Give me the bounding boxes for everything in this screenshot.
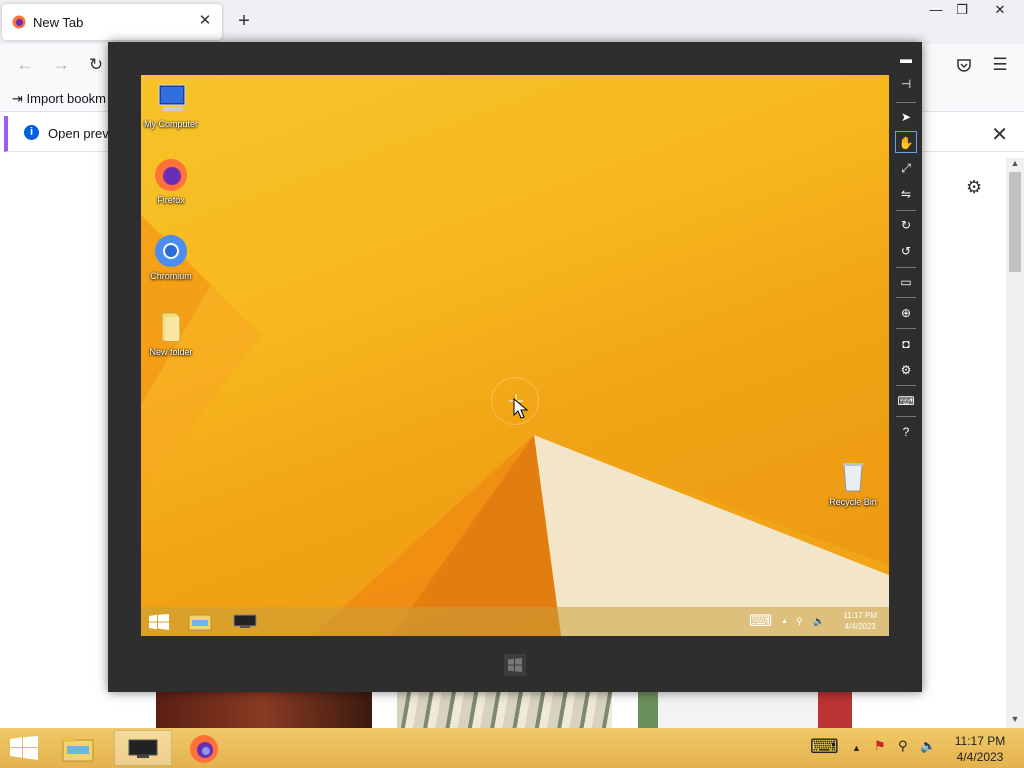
host-clock[interactable]: 11:17 PM 4/4/2023 — [950, 733, 1010, 765]
remote-monitor-icon[interactable] — [233, 614, 257, 629]
restore-window-button[interactable]: ❐ — [946, 0, 978, 22]
tab-new-tab[interactable]: New Tab ✕ — [2, 4, 222, 40]
rotate-left-icon[interactable]: ↺ — [895, 240, 917, 262]
network-icon[interactable]: ⚲ — [898, 738, 908, 754]
firefox-taskbar-button[interactable] — [178, 730, 232, 766]
toolbar-divider — [896, 297, 916, 298]
minimize-viewer-icon[interactable]: ▬ — [895, 48, 917, 70]
remote-taskbar: ⌨ ▲ ⚲ 🔈 11:17 PM 4/4/2023 — [141, 607, 889, 636]
viewer-toolbar: ▬ ⊣ ➤ ✋ ⤢ ⇋ ↻ ↺ ▭ ⊕ ◘ ⚙ ⌨ ? — [892, 42, 920, 482]
tab-title: New Tab — [33, 15, 84, 30]
rotate-right-icon[interactable]: ↻ — [895, 214, 917, 236]
remote-clock-date: 4/4/2023 — [844, 622, 876, 631]
top-site-thumbnail[interactable] — [156, 692, 372, 728]
newtab-settings-icon[interactable]: ⚙ — [966, 177, 982, 198]
pointer-tool-icon[interactable]: ➤ — [895, 106, 917, 128]
help-icon[interactable]: ? — [895, 421, 917, 443]
remote-viewer-window: My Computer Firefox Chromium New folder … — [108, 42, 922, 692]
remote-start-button[interactable] — [149, 614, 169, 630]
remote-clock[interactable]: 11:17 PM 4/4/2023 — [843, 610, 877, 632]
monitor-icon[interactable]: ▭ — [895, 271, 917, 293]
remote-file-explorer-icon[interactable] — [188, 612, 212, 631]
scrollbar-thumb[interactable] — [1009, 172, 1021, 272]
import-bookmarks-label: Import bookm — [26, 91, 107, 106]
tab-close-icon[interactable]: ✕ — [196, 12, 214, 30]
pin-icon[interactable]: ⊣ — [895, 73, 917, 95]
folder-icon — [161, 312, 181, 342]
remote-clock-time: 11:17 PM — [843, 611, 877, 620]
remote-volume-icon[interactable]: 🔈 — [813, 616, 824, 627]
windows-key-button[interactable] — [504, 654, 526, 676]
desktop-icon-recycle-bin[interactable]: Recycle Bin — [823, 459, 883, 507]
desktop-icon-firefox[interactable]: Firefox — [141, 157, 201, 205]
toolbar-divider — [896, 328, 916, 329]
windows-logo-icon — [508, 658, 522, 672]
camera-icon[interactable]: ◘ — [895, 333, 917, 355]
remote-network-icon[interactable]: ⚲ — [796, 616, 803, 627]
folder-icon — [62, 737, 94, 762]
top-site-thumbnail[interactable] — [638, 692, 852, 728]
toolbar-divider — [896, 416, 916, 417]
reload-button[interactable]: ↻ — [85, 55, 107, 77]
mouse-pointer-icon — [509, 394, 529, 419]
tab-bar: New Tab ✕ + — ❐ ✕ — [0, 0, 1024, 44]
scroll-down-icon[interactable]: ▼ — [1006, 714, 1024, 724]
host-taskbar — [0, 728, 1024, 768]
action-center-flag-icon[interactable]: ⚑ — [874, 738, 886, 754]
import-icon: ⇥ — [12, 91, 23, 106]
computer-icon — [158, 84, 186, 111]
app-menu-button[interactable]: ☰ — [989, 55, 1011, 77]
chromium-icon — [155, 235, 187, 267]
scroll-up-icon[interactable]: ▲ — [1006, 158, 1024, 168]
new-tab-button[interactable]: + — [234, 11, 254, 32]
volume-icon[interactable]: 🔈 — [920, 738, 936, 754]
recycle-bin-icon — [843, 463, 863, 492]
fit-screen-icon[interactable]: ⤢ — [895, 157, 917, 179]
firefox-icon — [155, 159, 187, 191]
remote-show-hidden-icons-icon[interactable]: ▲ — [781, 618, 788, 625]
hand-tool-icon[interactable]: ✋ — [895, 131, 917, 153]
start-button[interactable] — [10, 736, 38, 760]
file-explorer-taskbar-button[interactable] — [52, 730, 106, 766]
desktop-icon-label: Chromium — [150, 271, 192, 281]
touch-keyboard-icon[interactable]: ⌨ — [810, 737, 839, 757]
show-hidden-icons-icon[interactable]: ▲ — [852, 743, 861, 753]
firefox-icon — [190, 735, 218, 763]
desktop-icon-new-folder[interactable]: New folder — [141, 309, 201, 357]
import-bookmarks-item[interactable]: ⇥ Import bookm — [12, 91, 106, 107]
toolbar-divider — [896, 385, 916, 386]
desktop-icon-label: New folder — [149, 347, 193, 357]
back-button[interactable]: ← — [14, 55, 36, 77]
toolbar-divider — [896, 102, 916, 103]
desktop-icon-chromium[interactable]: Chromium — [141, 233, 201, 281]
remote-viewer-taskbar-button[interactable] — [114, 730, 172, 766]
desktop-icon-label: Recycle Bin — [829, 497, 877, 507]
notification-close-icon[interactable]: ✕ — [991, 122, 1008, 147]
settings-icon[interactable]: ⚙ — [895, 359, 917, 381]
keyboard-toggle-icon[interactable]: ⌨ — [895, 390, 917, 412]
top-site-thumbnail[interactable] — [397, 692, 612, 728]
forward-button[interactable]: → — [50, 55, 72, 77]
desktop-icon-label: Firefox — [157, 195, 185, 205]
host-clock-date: 4/4/2023 — [956, 750, 1004, 764]
remote-touch-keyboard-icon[interactable]: ⌨ — [749, 611, 772, 631]
desktop-icon-my-computer[interactable]: My Computer — [141, 81, 201, 129]
monitor-icon — [128, 739, 158, 758]
toolbar-divider — [896, 267, 916, 268]
host-clock-time: 11:17 PM — [954, 734, 1006, 748]
desktop-wallpaper — [141, 215, 889, 636]
remote-desktop-screen[interactable]: My Computer Firefox Chromium New folder … — [141, 75, 889, 636]
info-icon: i — [24, 125, 39, 140]
toolbar-divider — [896, 210, 916, 211]
page-scrollbar[interactable]: ▲ ▼ — [1006, 158, 1024, 728]
switch-mode-icon[interactable]: ⇋ — [895, 183, 917, 205]
pocket-icon[interactable] — [956, 57, 972, 73]
close-window-button[interactable]: ✕ — [984, 0, 1016, 22]
desktop-icon-label: My Computer — [143, 119, 198, 129]
globe-icon[interactable]: ⊕ — [895, 302, 917, 324]
firefox-icon — [12, 15, 26, 29]
